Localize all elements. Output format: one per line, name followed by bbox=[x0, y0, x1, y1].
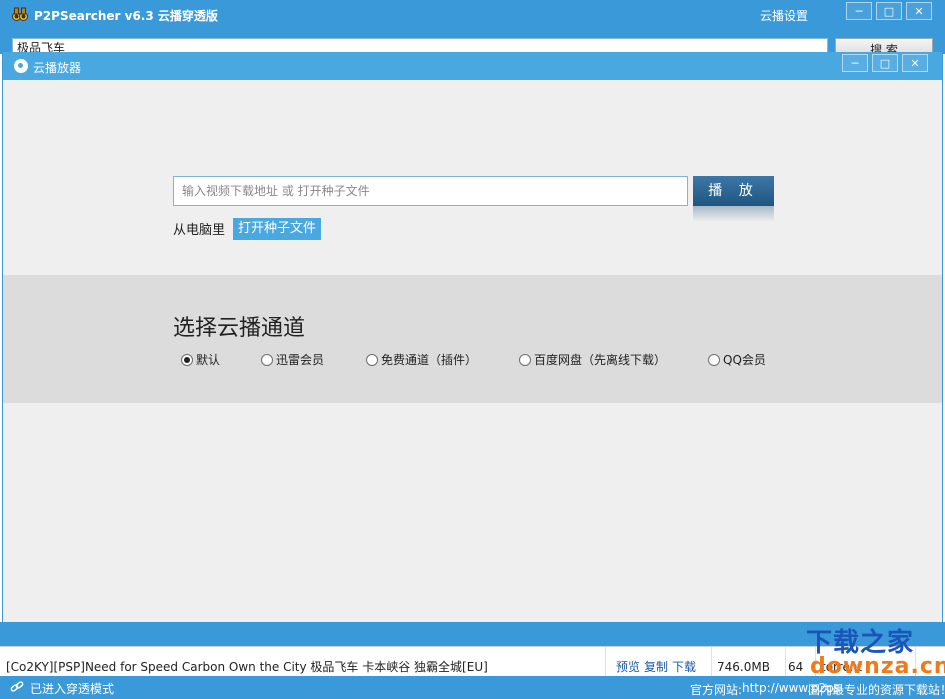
radio-unselected-icon bbox=[519, 353, 531, 366]
radio-selected-icon bbox=[181, 353, 193, 366]
open-torrent-button[interactable]: 打开种子文件 bbox=[233, 218, 322, 240]
result-name: [Co2KY][PSP]Need for Speed Carbon Own th… bbox=[6, 647, 606, 677]
dialog-minimize-button[interactable]: ─ bbox=[842, 54, 868, 72]
status-bar: 已进入穿透模式 官方网站: http://www.p2psearcher.cn … bbox=[0, 676, 945, 699]
result-size: 746.0MB bbox=[712, 647, 786, 677]
channel-heading: 选择云播通道 bbox=[173, 316, 306, 341]
channel-radio-default[interactable]: 默认 bbox=[181, 351, 220, 368]
video-url-input[interactable]: 输入视频下载地址 或 打开种子文件 bbox=[173, 176, 688, 206]
official-site-label: 官方网站: bbox=[690, 683, 743, 697]
copy-link[interactable]: 复制 bbox=[644, 660, 668, 674]
url-section: 输入视频下载地址 或 打开种子文件 播 放 从电脑里 打开种子文件 bbox=[3, 90, 942, 275]
cloud-settings-link[interactable]: 云播设置 bbox=[760, 7, 808, 24]
channel-radio-free-plugin[interactable]: 免费通道（插件） bbox=[366, 351, 477, 368]
channel-label: 免费通道（插件） bbox=[381, 353, 478, 367]
channel-label: 迅雷会员 bbox=[276, 353, 325, 367]
main-minimize-button[interactable]: ─ bbox=[846, 2, 872, 20]
from-pc-label: 从电脑里 bbox=[173, 223, 226, 238]
dialog-title: 云播放器 bbox=[33, 61, 82, 75]
binoculars-icon bbox=[12, 7, 28, 21]
channel-radio-xunlei[interactable]: 迅雷会员 bbox=[261, 351, 324, 368]
table-row[interactable]: [Co2KY][PSP]Need for Speed Carbon Own th… bbox=[0, 646, 945, 677]
radio-unselected-icon bbox=[261, 353, 273, 366]
result-actions: 预览 复制 下载 bbox=[608, 647, 712, 677]
channel-radio-qq-member[interactable]: QQ会员 bbox=[708, 351, 766, 368]
watermark-line2: downza.cn bbox=[810, 654, 945, 679]
dialog-maximize-button[interactable]: □ bbox=[872, 54, 898, 72]
link-chain-icon bbox=[10, 681, 24, 692]
downza-watermark: 下载之家 downza.cn bbox=[806, 622, 945, 682]
preview-link[interactable]: 预览 bbox=[616, 660, 640, 674]
channel-radio-baidu-pan[interactable]: 百度网盘（先离线下载） bbox=[519, 351, 666, 368]
channel-section: 选择云播通道 默认 迅雷会员 免费通道（插件） 百度网盘（先离线下载） QQ会员 bbox=[3, 275, 942, 403]
app-title: P2PSearcher v6.3 云播穿透版 bbox=[34, 9, 218, 23]
dialog-window-controls: ─ □ ✕ bbox=[838, 54, 928, 72]
main-close-button[interactable]: ✕ bbox=[906, 2, 932, 20]
channel-label: QQ会员 bbox=[723, 353, 766, 367]
cloud-player-dialog: 云播放器 ─ □ ✕ 输入视频下载地址 或 打开种子文件 播 放 从电脑里 打开… bbox=[2, 52, 943, 622]
radio-unselected-icon bbox=[366, 353, 378, 366]
main-maximize-button[interactable]: □ bbox=[876, 2, 902, 20]
site-tagline: 国内最专业的资源下载站！ bbox=[808, 683, 945, 697]
channel-label: 默认 bbox=[196, 353, 221, 367]
main-window-controls: ─ □ ✕ bbox=[842, 2, 932, 20]
status-text: 已进入穿透模式 bbox=[30, 682, 115, 696]
play-button[interactable]: 播 放 bbox=[693, 176, 774, 206]
dialog-title-bar: 云播放器 ─ □ ✕ bbox=[3, 52, 942, 80]
play-button-reflection bbox=[693, 206, 774, 222]
main-title-bar: P2PSearcher v6.3 云播穿透版 云播设置 ─ □ ✕ bbox=[0, 0, 945, 30]
radio-unselected-icon bbox=[708, 353, 720, 366]
cloud-player-logo-icon bbox=[14, 59, 28, 73]
main-search-row: 极品飞车 搜 索 bbox=[0, 30, 945, 58]
download-link[interactable]: 下载 bbox=[672, 660, 696, 674]
channel-label: 百度网盘（先离线下载） bbox=[534, 353, 667, 367]
results-header-band bbox=[0, 622, 945, 646]
channel-radio-group: 默认 迅雷会员 免费通道（插件） 百度网盘（先离线下载） QQ会员 bbox=[177, 351, 877, 371]
dialog-close-button[interactable]: ✕ bbox=[902, 54, 928, 72]
